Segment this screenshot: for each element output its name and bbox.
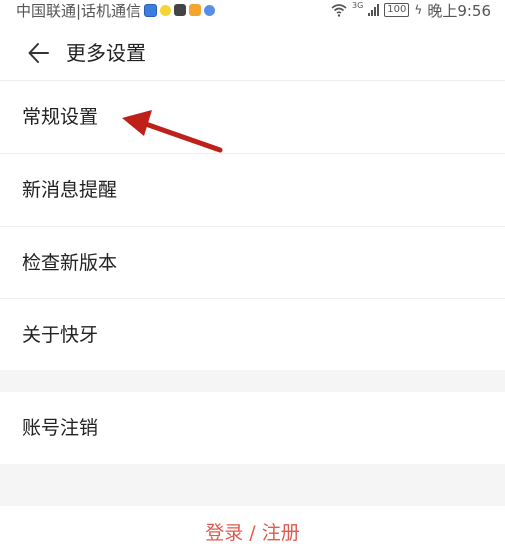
charging-icon: ϟ: [414, 3, 423, 17]
header-bar: 更多设置: [0, 30, 505, 76]
login-register-button[interactable]: 登录 / 注册: [0, 518, 505, 545]
globe-icon: [204, 4, 216, 16]
back-arrow-icon[interactable]: [26, 40, 52, 66]
status-bar-right: 3G 100 ϟ 晚上9:56: [331, 0, 491, 20]
signal-icon: [368, 4, 380, 16]
menu-item-general-settings[interactable]: 常规设置: [0, 81, 505, 153]
carrier-text: 中国联通|话机通信: [16, 1, 142, 20]
menu-item-about[interactable]: 关于快牙: [0, 299, 505, 371]
bulb-icon: [144, 3, 158, 17]
wifi-icon: [331, 3, 347, 17]
menu-item-account-logout[interactable]: 账号注销: [0, 392, 505, 464]
status-bar: 中国联通|话机通信 3G 100 ϟ 晚上9:56: [0, 0, 505, 20]
menu-item-check-update[interactable]: 检查新版本: [0, 227, 505, 299]
menu-item-new-message-alert[interactable]: 新消息提醒: [0, 154, 505, 226]
section-gap: [0, 370, 505, 392]
section-gap: [0, 464, 505, 506]
clock-text: 晚上9:56: [427, 1, 491, 20]
battery-icon: 100: [384, 3, 410, 17]
network-type: 3G: [352, 1, 364, 10]
page-title: 更多设置: [66, 41, 146, 65]
status-bar-left: 中国联通|话机通信: [16, 0, 216, 20]
dark-app-icon: [174, 4, 187, 16]
orange-app-icon: [189, 4, 202, 16]
yellow-app-icon: [160, 4, 172, 16]
